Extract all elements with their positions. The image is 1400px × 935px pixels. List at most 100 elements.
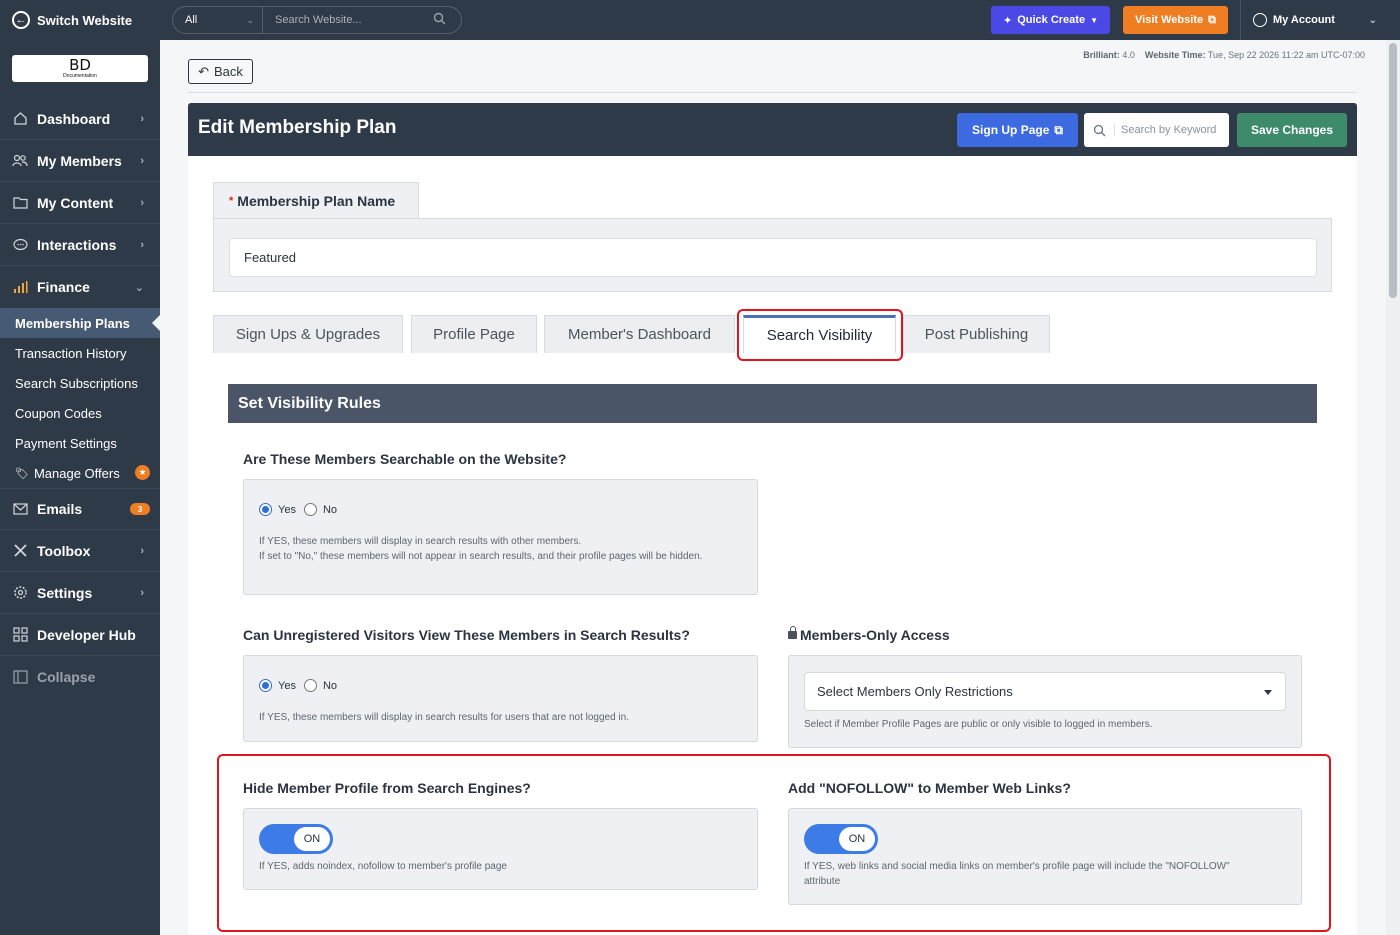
divider bbox=[188, 92, 1357, 93]
sidebar: BD Documentation Dashboard › My Members … bbox=[0, 40, 160, 935]
sidebar-item-label: Finance bbox=[37, 279, 90, 295]
sidebar-item-label: Dashboard bbox=[37, 110, 111, 127]
tab-members-dashboard[interactable]: Member's Dashboard bbox=[544, 315, 735, 353]
sign-up-page-button[interactable]: Sign Up Page ⧉ bbox=[957, 113, 1078, 147]
tag-icon: 🏷 bbox=[15, 467, 29, 480]
caret-down-icon bbox=[1264, 690, 1272, 695]
unregistered-radio-group: Yes No bbox=[259, 679, 345, 692]
submenu-item-search-subscriptions[interactable]: Search Subscriptions bbox=[0, 368, 160, 398]
sidebar-item-finance[interactable]: Finance ⌄ bbox=[0, 266, 160, 308]
tools-icon bbox=[12, 543, 28, 559]
scrollbar-thumb[interactable] bbox=[1389, 43, 1397, 298]
save-changes-button[interactable]: Save Changes bbox=[1237, 113, 1347, 147]
folder-icon bbox=[12, 195, 28, 211]
quick-create-label: Quick Create bbox=[1017, 14, 1086, 26]
visit-website-button[interactable]: Visit Website ⧉ bbox=[1123, 6, 1228, 34]
external-link-icon: ⧉ bbox=[1208, 13, 1216, 26]
searchable-radio-group: Yes No bbox=[259, 503, 345, 516]
top-bar: ← Switch Website All ⌄ Search Website...… bbox=[0, 0, 1400, 40]
sidebar-item-dashboard[interactable]: Dashboard › bbox=[0, 98, 160, 140]
chevron-down-icon: ⌄ bbox=[134, 281, 144, 294]
home-icon bbox=[12, 111, 28, 127]
submenu-item-transaction-history[interactable]: Transaction History bbox=[0, 338, 160, 368]
sidebar-item-developer-hub[interactable]: Developer Hub bbox=[0, 614, 160, 656]
yes-label: Yes bbox=[278, 679, 296, 692]
search-scope-select[interactable]: All ⌄ bbox=[173, 7, 263, 33]
sign-up-page-label: Sign Up Page bbox=[972, 123, 1050, 137]
members-only-help: Select if Member Profile Pages are publi… bbox=[804, 719, 1153, 730]
back-label: Back bbox=[214, 64, 243, 79]
logo-text: BD bbox=[69, 56, 91, 74]
sidebar-item-toolbox[interactable]: Toolbox › bbox=[0, 530, 160, 572]
searchable-yes-radio[interactable] bbox=[259, 503, 272, 516]
sidebar-item-label: Toolbox bbox=[37, 542, 91, 559]
sidebar-item-interactions[interactable]: Interactions › bbox=[0, 224, 160, 266]
sidebar-item-settings[interactable]: Settings › bbox=[0, 572, 160, 614]
visit-website-label: Visit Website bbox=[1135, 14, 1204, 26]
sidebar-item-label: Settings bbox=[37, 584, 93, 601]
searchable-no-radio[interactable] bbox=[303, 503, 317, 516]
unregistered-no-radio[interactable] bbox=[303, 679, 317, 692]
search-icon[interactable] bbox=[433, 12, 461, 28]
brilliant-value: 4.0 bbox=[1122, 50, 1135, 60]
brilliant-label: Brilliant: bbox=[1083, 50, 1120, 60]
website-time-label: Website Time: bbox=[1144, 50, 1206, 60]
tab-post-publishing[interactable]: Post Publishing bbox=[903, 315, 1050, 353]
sidebar-item-label: Developer Hub bbox=[37, 626, 136, 643]
sidebar-item-my-members[interactable]: My Members › bbox=[0, 140, 160, 182]
chat-icon bbox=[12, 237, 28, 253]
my-account-menu[interactable]: My Account ⌄ bbox=[1240, 0, 1385, 40]
unregistered-yes-radio[interactable] bbox=[259, 679, 272, 692]
submenu-item-membership-plans[interactable]: Membership Plans bbox=[0, 308, 160, 338]
my-account-label: My Account bbox=[1273, 14, 1335, 26]
quick-create-button[interactable]: ✦ Quick Create ▼ bbox=[991, 6, 1110, 34]
website-meta: Brilliant: 4.0 Website Time: Tue, Sep 22… bbox=[1083, 50, 1365, 60]
star-badge-icon: ★ bbox=[135, 465, 150, 480]
page-title: Edit Membership Plan bbox=[198, 117, 397, 138]
keyword-search-input[interactable]: Search by Keyword bbox=[1084, 113, 1229, 147]
submenu-item-coupon-codes[interactable]: Coupon Codes bbox=[0, 398, 160, 428]
tab-sign-ups-upgrades[interactable]: Sign Ups & Upgrades bbox=[213, 315, 403, 353]
no-label: No bbox=[322, 503, 338, 516]
email-count-badge: 3 bbox=[130, 503, 150, 515]
required-mark: * bbox=[229, 195, 234, 207]
lock-icon bbox=[788, 626, 797, 639]
plan-name-label: Membership Plan Name bbox=[237, 193, 396, 209]
back-button[interactable]: ↶ Back bbox=[188, 59, 253, 84]
unregistered-card: Yes No If YES, these members will displa… bbox=[243, 655, 758, 742]
members-only-question: Members-Only Access bbox=[788, 626, 950, 643]
search-scope-value: All bbox=[185, 14, 198, 26]
sidebar-item-label: My Members bbox=[37, 152, 122, 169]
plan-name-input[interactable]: Featured bbox=[229, 238, 1317, 277]
members-only-label: Members-Only Access bbox=[800, 627, 950, 643]
unregistered-help: If YES, these members will display in se… bbox=[259, 712, 629, 723]
plan-name-box: Featured bbox=[213, 218, 1332, 292]
members-only-select[interactable]: Select Members Only Restrictions bbox=[804, 672, 1286, 711]
grid-icon bbox=[12, 627, 28, 643]
switch-website-button[interactable]: ← Switch Website bbox=[0, 0, 160, 40]
panel-header: Edit Membership Plan Sign Up Page ⧉ Sear… bbox=[188, 103, 1357, 156]
unregistered-question: Can Unregistered Visitors View These Mem… bbox=[243, 627, 690, 643]
external-link-icon: ⧉ bbox=[1054, 122, 1063, 137]
tab-profile-page[interactable]: Profile Page bbox=[411, 315, 537, 353]
no-label: No bbox=[322, 679, 338, 692]
user-circle-icon bbox=[1253, 13, 1267, 27]
members-only-card: Select Members Only Restrictions Select … bbox=[788, 655, 1302, 748]
global-search-input[interactable]: Search Website... bbox=[263, 14, 433, 26]
sidebar-item-collapse[interactable]: Collapse bbox=[0, 656, 160, 698]
logo[interactable]: BD Documentation bbox=[12, 55, 148, 82]
sidebar-item-emails[interactable]: Emails 3 bbox=[0, 488, 160, 530]
sidebar-item-my-content[interactable]: My Content › bbox=[0, 182, 160, 224]
highlight-search-visibility-tab bbox=[737, 309, 903, 361]
mail-icon bbox=[12, 501, 28, 517]
keyword-search-placeholder: Search by Keyword bbox=[1114, 124, 1216, 136]
chevron-right-icon: › bbox=[140, 238, 144, 251]
submenu-item-payment-settings[interactable]: Payment Settings bbox=[0, 428, 160, 458]
sidebar-item-label: My Content bbox=[37, 194, 114, 211]
global-search: All ⌄ Search Website... bbox=[172, 6, 462, 34]
submenu-item-manage-offers[interactable]: 🏷 Manage Offers ★ bbox=[0, 458, 160, 488]
chevron-down-icon: ▼ bbox=[1090, 15, 1098, 25]
sidebar-item-label: Collapse bbox=[37, 669, 96, 685]
searchable-help: If YES, these members will display in se… bbox=[259, 534, 729, 564]
page-scrollbar[interactable] bbox=[1386, 40, 1400, 935]
